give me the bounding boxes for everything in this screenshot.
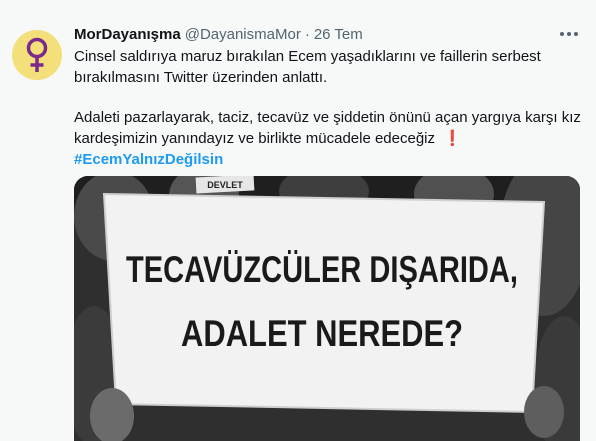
tweet-text-line: bırakılmasını Twitter üzerinden anlattı.	[74, 69, 328, 86]
tweet-text-line: Adaleti pazarlayarak, taciz, tecavüz ve …	[74, 109, 581, 126]
tweet-text-line: kardeşimizin yanındayız ve birlikte müca…	[74, 130, 436, 147]
tweet-text-line: Cinsel saldırıya maruz bırakılan Ecem ya…	[74, 48, 541, 65]
author-handle[interactable]: @DayanismaMor	[185, 26, 301, 43]
tweet-date[interactable]: 26 Tem	[314, 26, 363, 43]
avatar[interactable]	[12, 30, 62, 80]
more-options-button[interactable]	[555, 24, 583, 44]
author-name[interactable]: MorDayanışma	[74, 26, 181, 43]
tweet-header: MorDayanışma @DayanismaMor · 26 Tem	[74, 24, 363, 44]
sign-text-line-2: ADALET NEREDE?	[181, 313, 463, 354]
tweet-text-paragraph-2: Adaleti pazarlayarak, taciz, tecavüz ve …	[74, 107, 581, 170]
tweet-media-image[interactable]: DEVLET TECAVÜZCÜLER DIŞARIDA, ADALET NER…	[74, 176, 580, 441]
hashtag-link[interactable]: #EcemYalnızDeğilsin	[74, 149, 574, 170]
sign-text-line-1: TECAVÜZCÜLER DIŞARIDA,	[126, 249, 518, 290]
tweet-text-line-with-emoji: kardeşimizin yanındayız ve birlikte müca…	[74, 128, 574, 149]
tweet-text-paragraph-1: Cinsel saldırıya maruz bırakılan Ecem ya…	[74, 46, 574, 88]
protest-sign-photo: DEVLET TECAVÜZCÜLER DIŞARIDA, ADALET NER…	[74, 176, 580, 441]
more-options-icon	[560, 32, 578, 36]
separator-dot: ·	[304, 25, 310, 43]
exclamation-emoji: ❗	[443, 130, 462, 147]
small-sign-text: DEVLET	[207, 180, 243, 190]
tweet-card[interactable]: MorDayanışma @DayanismaMor · 26 Tem Cins…	[0, 0, 596, 441]
female-symbol-icon	[12, 30, 62, 80]
